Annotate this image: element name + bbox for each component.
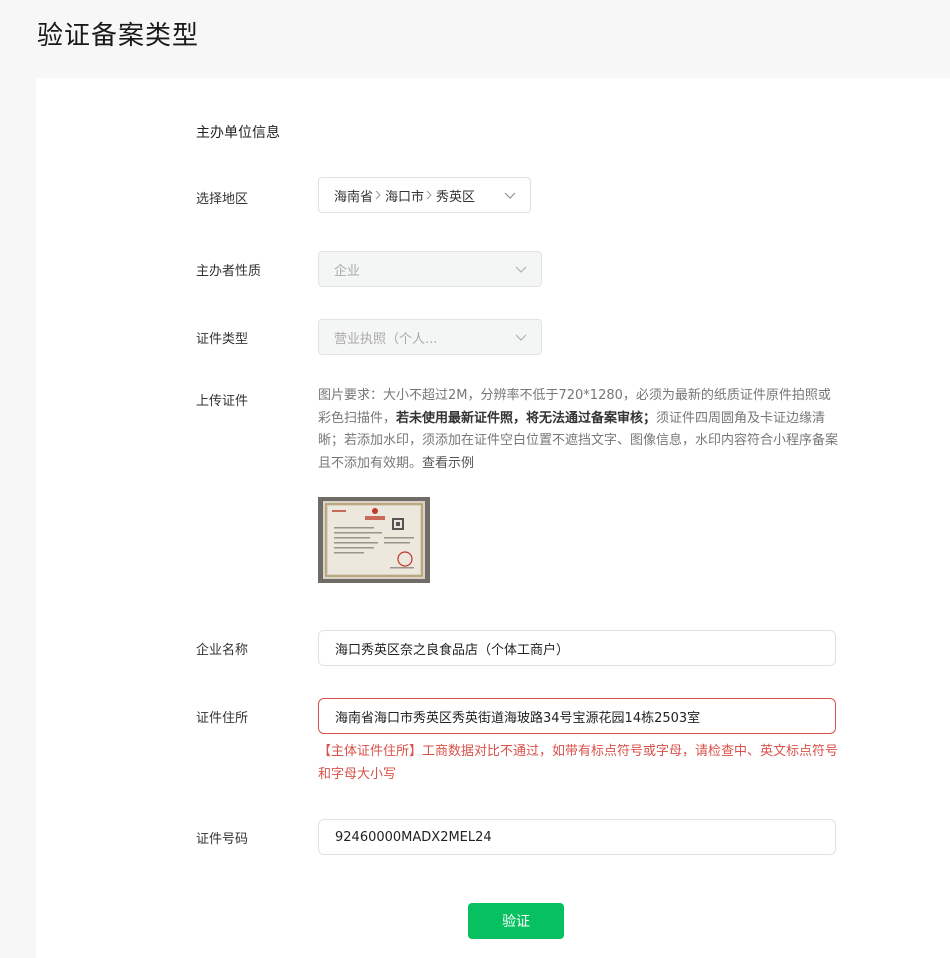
- upload-requirements: 图片要求：大小不超过2M，分辨率不低于720*1280，必须为最新的纸质证件原件…: [318, 385, 842, 475]
- uploaded-certificate-image[interactable]: [318, 497, 430, 583]
- cert-type-select[interactable]: 营业执照（个人...: [318, 319, 542, 355]
- cert-type-value: 营业执照（个人...: [334, 331, 438, 347]
- form-card: 主办单位信息 选择地区 海南省 海口市 秀英区 主办者性质 企业 证件类型 营业…: [36, 78, 950, 958]
- cert-address-input[interactable]: 海南省海口市秀英区秀英街道海玻路34号宝源花园14栋2503室: [318, 698, 836, 734]
- region-city: 海口市: [385, 189, 425, 205]
- region-province: 海南省: [334, 189, 374, 205]
- organizer-nature-value: 企业: [334, 263, 361, 279]
- company-name-label: 企业名称: [196, 643, 249, 658]
- cert-address-label: 证件住所: [196, 711, 249, 726]
- cert-number-label: 证件号码: [196, 832, 249, 847]
- upload-desc-warning: 若未使用最新证件照，将无法通过备案审核；: [396, 410, 657, 426]
- cert-type-label: 证件类型: [196, 332, 249, 347]
- region-label: 选择地区: [196, 192, 249, 207]
- company-name-input[interactable]: 海口秀英区奈之良食品店（个体工商户）: [318, 630, 836, 666]
- region-select[interactable]: 海南省 海口市 秀英区: [318, 177, 531, 213]
- chevron-down-icon: [515, 266, 527, 273]
- section-title: 主办单位信息: [196, 125, 280, 141]
- region-district: 秀英区: [436, 189, 476, 205]
- upload-label: 上传证件: [196, 394, 249, 409]
- view-example-link[interactable]: 查看示例: [422, 456, 474, 471]
- organizer-nature-label: 主办者性质: [196, 264, 262, 279]
- certificate-photo: [318, 497, 430, 583]
- cert-number-input[interactable]: 92460000MADX2MEL24: [318, 819, 836, 855]
- chevron-right-icon: [375, 190, 381, 200]
- chevron-down-icon: [515, 334, 527, 341]
- chevron-down-icon: [504, 192, 516, 199]
- organizer-nature-select[interactable]: 企业: [318, 251, 542, 287]
- chevron-right-icon: [426, 190, 432, 200]
- cert-address-error: 【主体证件住所】工商数据对比不通过，如带有标点符号或字母，请检查中、英文标点符号…: [318, 744, 839, 782]
- page-title: 验证备案类型: [37, 21, 200, 51]
- verify-button[interactable]: 验证: [468, 903, 564, 939]
